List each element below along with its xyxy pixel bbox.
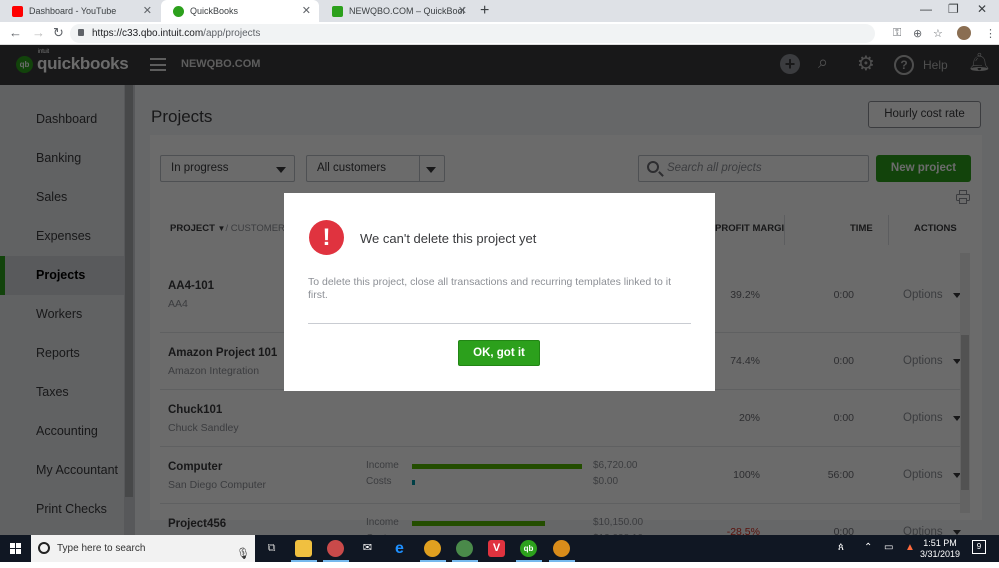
quickbooks-icon bbox=[173, 5, 184, 17]
chrome-soccer-icon[interactable] bbox=[553, 540, 570, 557]
show-hidden-icons[interactable]: ⌃ bbox=[864, 542, 872, 553]
mail-icon[interactable]: ✉ bbox=[359, 540, 376, 557]
vivaldi-icon[interactable]: V bbox=[488, 540, 505, 557]
lock-icon bbox=[78, 29, 84, 36]
system-clock[interactable]: 1:51 PM 3/31/2019 bbox=[920, 538, 960, 560]
taskbar-search-input[interactable]: Type here to search 🎙︎ bbox=[31, 535, 255, 562]
address-bar-row: ← → ↻ https://c33.qbo.intuit.com/app/pro… bbox=[0, 22, 999, 45]
url-host: https://c33.qbo.intuit.com bbox=[92, 28, 204, 39]
dialog-divider bbox=[308, 323, 691, 324]
key-icon[interactable]: ⚿ bbox=[893, 27, 901, 40]
dialog-title: We can't delete this project yet bbox=[360, 231, 537, 246]
windows-taskbar: Type here to search 🎙︎ ⧉ ✉ e V qb ጰ ⌃ ▭ … bbox=[0, 535, 999, 562]
snipping-tool-icon[interactable] bbox=[327, 540, 344, 557]
task-view-icon[interactable]: ⧉ bbox=[263, 540, 280, 557]
tab-newqbo[interactable]: NEWQBO.COM – QuickBooks On ✕ bbox=[320, 0, 475, 22]
tab-quickbooks[interactable]: QuickBooks ✕ bbox=[161, 0, 319, 22]
quickbooks-online-icon bbox=[332, 5, 343, 17]
chrome-profile-icon[interactable] bbox=[456, 540, 473, 557]
star-icon[interactable]: ☆ bbox=[933, 27, 943, 40]
forward-icon[interactable]: → bbox=[32, 25, 45, 40]
close-tab-icon[interactable]: ✕ bbox=[458, 4, 467, 17]
zoom-icon[interactable]: ⊕ bbox=[913, 27, 922, 40]
clock-date: 3/31/2019 bbox=[920, 549, 961, 559]
windows-start-icon[interactable] bbox=[10, 543, 21, 554]
file-explorer-icon[interactable] bbox=[295, 540, 312, 557]
network-warning-icon[interactable]: ▲ bbox=[905, 542, 915, 553]
new-tab-button[interactable]: + bbox=[480, 2, 489, 20]
chrome-icon[interactable] bbox=[424, 540, 441, 557]
clock-time: 1:51 PM bbox=[923, 538, 957, 548]
tab-title: QuickBooks bbox=[190, 6, 239, 16]
cortana-icon bbox=[38, 542, 50, 554]
people-icon[interactable]: ጰ bbox=[838, 542, 844, 553]
close-window-button[interactable]: ✕ bbox=[977, 2, 987, 16]
tab-title: NEWQBO.COM – QuickBooks On bbox=[349, 6, 464, 16]
ok-got-it-button[interactable]: OK, got it bbox=[458, 340, 540, 366]
browser-tab-bar: Dashboard - YouTube ✕ QuickBooks ✕ NEWQB… bbox=[0, 0, 999, 22]
cannot-delete-dialog: ! We can't delete this project yet To de… bbox=[284, 193, 715, 391]
battery-icon[interactable]: ▭ bbox=[884, 542, 893, 553]
menu-icon[interactable]: ⋮ bbox=[985, 27, 996, 40]
taskbar-search-placeholder: Type here to search bbox=[57, 543, 146, 554]
microphone-icon[interactable]: 🎙︎ bbox=[236, 541, 250, 568]
youtube-icon bbox=[12, 5, 23, 17]
close-tab-icon[interactable]: ✕ bbox=[143, 4, 152, 17]
reload-icon[interactable]: ↻ bbox=[53, 25, 64, 41]
profile-avatar[interactable] bbox=[957, 26, 971, 40]
tab-youtube[interactable]: Dashboard - YouTube ✕ bbox=[0, 0, 160, 22]
close-tab-icon[interactable]: ✕ bbox=[302, 4, 311, 17]
maximize-button[interactable]: ❐ bbox=[948, 2, 959, 16]
url-path: /app/projects bbox=[203, 28, 261, 39]
back-icon[interactable]: ← bbox=[9, 25, 22, 40]
tab-title: Dashboard - YouTube bbox=[29, 6, 117, 16]
minimize-button[interactable]: — bbox=[920, 2, 932, 16]
edge-icon[interactable]: e bbox=[391, 540, 408, 557]
error-icon: ! bbox=[309, 220, 344, 255]
action-center-icon[interactable]: 9 bbox=[972, 540, 986, 554]
quickbooks-icon[interactable]: qb bbox=[520, 540, 537, 557]
url-input[interactable]: https://c33.qbo.intuit.com/app/projects bbox=[70, 24, 875, 43]
dialog-message: To delete this project, close all transa… bbox=[308, 276, 672, 301]
